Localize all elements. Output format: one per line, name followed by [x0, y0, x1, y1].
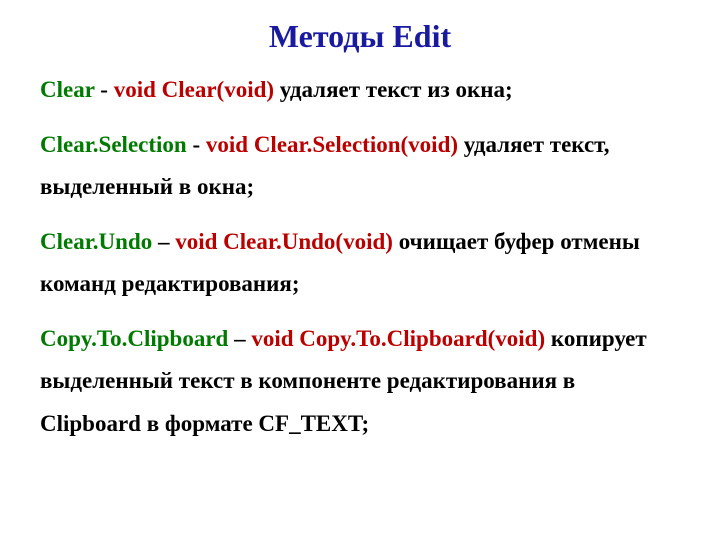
sep: –	[228, 326, 251, 351]
page-title: Методы Edit	[40, 18, 680, 55]
method-name: Clear	[40, 77, 95, 102]
slide-container: Методы Edit Clear - void Clear(void) уда…	[0, 0, 720, 487]
method-entry: Clear.Undo – void Clear.Undo(void) очища…	[40, 221, 680, 306]
sep: –	[152, 229, 175, 254]
sep: -	[187, 132, 206, 157]
method-entry: Clear - void Clear(void) удаляет текст и…	[40, 69, 680, 112]
method-name: Clear.Selection	[40, 132, 187, 157]
method-signature: void Copy.To.Clipboard(void)	[251, 326, 545, 351]
method-signature: void Clear.Undo(void)	[175, 229, 393, 254]
method-signature: void Clear.Selection(void)	[206, 132, 458, 157]
method-desc: удаляет текст из окна;	[274, 77, 513, 102]
method-entry: Clear.Selection - void Clear.Selection(v…	[40, 124, 680, 209]
method-name: Copy.To.Clipboard	[40, 326, 228, 351]
method-entry: Copy.To.Clipboard – void Copy.To.Clipboa…	[40, 318, 680, 446]
sep: -	[95, 77, 114, 102]
method-signature: void Clear(void)	[114, 77, 274, 102]
method-name: Clear.Undo	[40, 229, 152, 254]
